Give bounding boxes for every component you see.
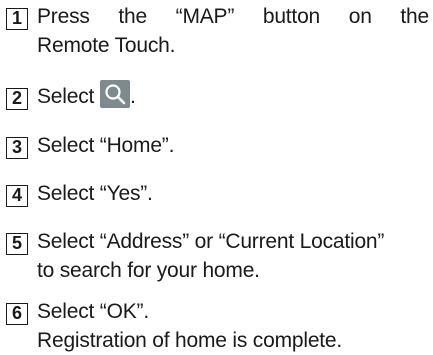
step-number: 4 — [6, 185, 28, 207]
step-number: 5 — [6, 233, 28, 255]
step-5-line-2: to search for your home. — [37, 259, 260, 282]
word: on — [348, 5, 372, 28]
step-3-line-1: Select “Home”. — [37, 134, 175, 157]
word: the — [400, 5, 429, 28]
step-1-line-2: Remote Touch. — [37, 34, 176, 57]
step-2-period: . — [130, 85, 136, 108]
word: “MAP” — [175, 5, 235, 28]
step-text: Select. — [37, 80, 429, 111]
step-2-line-1: Select. — [37, 80, 429, 111]
step-number: 6 — [6, 303, 28, 325]
step-number: 3 — [6, 137, 28, 159]
word: button — [262, 5, 321, 28]
step-text: Select “Yes”. — [37, 179, 429, 208]
step-text: Press the “MAP” button on the Remote Tou… — [37, 2, 429, 60]
step-2-select-text: Select — [37, 85, 95, 108]
step-text: Select “OK”. Registration of home is com… — [37, 297, 429, 355]
step-1-line-1: Press the “MAP” button on the — [37, 2, 429, 31]
step-6-line-1: Select “OK”. — [37, 300, 149, 323]
word: the — [118, 5, 147, 28]
step-text: Select “Address” or “Current Location” t… — [37, 227, 429, 285]
step-6-line-2: Registration of home is complete. — [37, 329, 343, 352]
step-text: Select “Home”. — [37, 131, 429, 160]
step-number: 1 — [6, 8, 28, 30]
step-4-line-1: Select “Yes”. — [37, 182, 153, 205]
step-5-line-1: Select “Address” or “Current Location” — [37, 230, 385, 253]
step-number: 2 — [6, 88, 28, 110]
word: Press — [37, 5, 90, 28]
search-icon — [100, 80, 131, 109]
